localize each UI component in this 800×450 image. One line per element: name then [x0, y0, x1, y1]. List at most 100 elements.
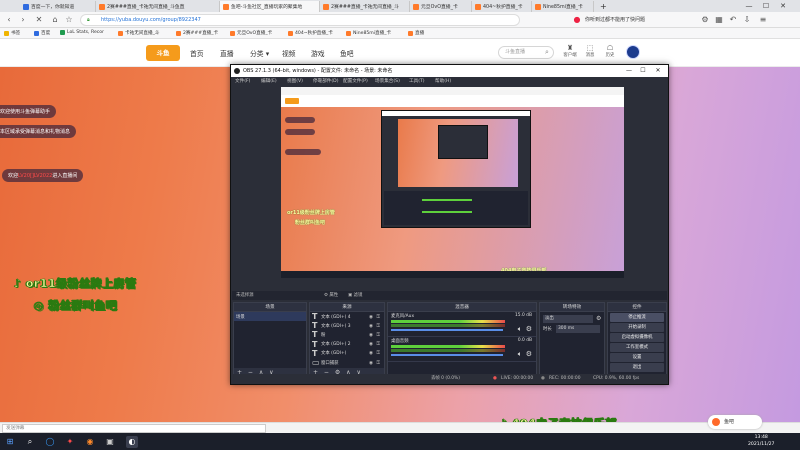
obs-maximize-button[interactable]: ☐ — [637, 65, 649, 77]
forward-icon[interactable]: › — [18, 15, 28, 25]
news-ticker[interactable]: 你听到过都不能用了快问题 — [585, 14, 695, 26]
duration-input[interactable]: 300 ms — [556, 325, 600, 333]
menu-icon[interactable]: ≡ — [758, 15, 768, 25]
search-icon[interactable]: ⌕ — [24, 436, 36, 448]
yuba-floating-button[interactable]: 鱼吧 — [708, 415, 762, 429]
browser-tab[interactable]: 2赛###直播_卡祐无间直播_斗鱼直 — [96, 1, 220, 12]
obs-app-icon[interactable]: ◐ — [126, 436, 138, 448]
visibility-icon[interactable]: ◉ ⚿ — [369, 341, 381, 347]
bookmark-item[interactable]: 直播 — [408, 30, 424, 36]
extensions-icon[interactable]: ⚙ — [700, 15, 710, 25]
menu-file[interactable]: 文件(F) — [235, 77, 250, 86]
history-icon[interactable]: ↶ — [728, 15, 738, 25]
browser-tab[interactable]: 2赛###直播_卡祐无间直播_斗 — [320, 1, 410, 12]
source-item[interactable]: T 文本 (GDI+) 2 ◉ ⚿ — [310, 340, 384, 349]
gear-icon[interactable]: ⚙ — [526, 325, 532, 333]
obs-minimize-button[interactable]: — — [623, 65, 635, 77]
nav-games[interactable]: 游戏 — [311, 48, 325, 58]
url-input[interactable]: 🔒︎ https://yuba.douyu.com/group/8922347 — [80, 14, 520, 26]
nav-home[interactable]: 首页 — [190, 48, 204, 58]
visibility-icon[interactable]: ◉ ⚿ — [369, 350, 381, 356]
bookmark-icon — [346, 30, 351, 36]
menu-scene-collection[interactable]: 场景集合(S) — [375, 77, 400, 86]
bookmark-item[interactable]: 2赛###直播_卡 — [176, 30, 218, 36]
maximize-button[interactable]: ☐ — [759, 1, 773, 11]
download-icon[interactable]: ⇩ — [742, 15, 752, 25]
visibility-icon[interactable]: ◉ ⚿ — [369, 323, 381, 329]
settings-button[interactable]: 设置 — [610, 353, 664, 362]
close-button[interactable]: ✕ — [776, 1, 790, 11]
search-icon[interactable]: ⌕ — [545, 48, 549, 57]
chat-text: 欢迎使用斗鱼弹幕助手 — [0, 109, 51, 115]
nav-yuba[interactable]: 鱼吧 — [340, 48, 354, 58]
new-tab-button[interactable]: + — [597, 1, 609, 12]
browser-icon[interactable]: ◯ — [44, 436, 56, 448]
nav-video[interactable]: 视频 — [282, 48, 296, 58]
visibility-icon[interactable]: ◉ ⚿ — [369, 332, 381, 338]
start-icon[interactable]: ⊞ — [4, 436, 16, 448]
chat-input[interactable]: 发送弹幕 — [2, 424, 266, 433]
browser-tab[interactable]: 元旦OvO直播_卡 — [410, 1, 472, 12]
properties-button[interactable]: ⚙ 属性 — [324, 291, 338, 300]
douyu-app-icon[interactable]: ◉ — [84, 436, 96, 448]
virtual-camera-button[interactable]: 启动虚拟摄像机 — [610, 333, 664, 342]
star-icon[interactable]: ☆ — [64, 15, 74, 25]
speaker-icon[interactable]: 🔈︎ — [518, 325, 522, 334]
exit-button[interactable]: 退出 — [610, 363, 664, 372]
browser-tab[interactable]: 百度一下，你就知道 — [20, 1, 96, 12]
source-item[interactable]: ▭ 窗口捕获 ◉ ⚿ — [310, 358, 384, 367]
volume-slider[interactable] — [391, 354, 503, 356]
avatar[interactable] — [626, 45, 640, 59]
folder-icon[interactable]: ▣ — [104, 436, 116, 448]
bookmark-item[interactable]: 百度 — [34, 30, 50, 36]
transition-select[interactable]: 淡出 — [543, 315, 593, 323]
menu-tools[interactable]: 工具(T) — [409, 77, 425, 86]
home-icon[interactable]: ⌂ — [50, 15, 60, 25]
nav-live[interactable]: 直播 — [220, 48, 234, 58]
scene-item[interactable]: 场景 — [234, 312, 306, 322]
browser-tab[interactable]: Nine85mi直播_卡 — [532, 1, 594, 12]
source-item[interactable]: T 文本 (GDI+) 3 ◉ ⚿ — [310, 321, 384, 330]
bookmark-item[interactable]: 404~秋护直播_卡 — [288, 30, 333, 36]
stop-icon[interactable]: ✕ — [34, 15, 44, 25]
bookmark-item[interactable]: 卡祐无间直播_斗 — [118, 30, 159, 36]
visibility-icon[interactable]: ◉ ⚿ — [369, 360, 381, 366]
taskbar-clock[interactable]: 13:48 2021/11/27 — [748, 434, 774, 448]
douyu-logo[interactable]: 斗鱼 — [146, 45, 180, 61]
obs-close-button[interactable]: ✕ — [652, 65, 664, 77]
bookmark-item[interactable]: 书签 — [4, 30, 20, 36]
source-item[interactable]: T 文本 (GDI+) 4 ◉ ⚿ — [310, 312, 384, 321]
bookmark-item[interactable]: Nine85mi直播_卡 — [346, 30, 391, 36]
obs-preview[interactable]: or11级粉丝牌上房管 粉丝群叫鱼吧 404电子竞技俱乐部 — [281, 87, 624, 278]
messages-button[interactable]: ⬚ 消息 — [580, 44, 600, 58]
app-icon[interactable]: ✦ — [64, 436, 76, 448]
transition-gear-icon[interactable]: ⚙ — [596, 315, 601, 322]
history-button[interactable]: ☖ 历史 — [600, 44, 620, 58]
volume-slider[interactable] — [391, 329, 503, 331]
source-item[interactable]: T 文本 (GDI+) ◉ ⚿ — [310, 349, 384, 358]
back-icon[interactable]: ‹ — [4, 15, 14, 25]
speaker-icon[interactable]: 🔈︎ — [518, 350, 522, 359]
browser-tab-active[interactable]: 鱼吧-斗鱼社区_直播玩家的聚集地 — [220, 1, 320, 12]
stop-stream-button[interactable]: 停止推流 — [610, 313, 664, 322]
menu-docks[interactable]: 停靠部件(D) — [313, 77, 339, 86]
minimize-button[interactable]: — — [742, 1, 756, 11]
browser-tab[interactable]: 404~秋护直播_卡 — [472, 1, 532, 12]
bookmark-label: Nine85mi直播_卡 — [353, 31, 392, 36]
bookmark-item[interactable]: LoL Stats, Recor — [60, 30, 104, 35]
visibility-icon[interactable]: ◉ ⚿ — [369, 314, 381, 320]
gear-icon[interactable]: ⚙ — [526, 350, 532, 358]
bookmark-item[interactable]: 元旦OvO直播_卡 — [230, 30, 272, 36]
bookmark-label: 元旦OvO直播_卡 — [237, 31, 273, 36]
menu-edit[interactable]: 编辑(E) — [261, 77, 277, 86]
grid-icon[interactable]: ▦ — [714, 15, 724, 25]
menu-view[interactable]: 视图(V) — [287, 77, 303, 86]
nav-category[interactable]: 分类 ▾ — [250, 48, 269, 58]
source-item[interactable]: T 粉 ◉ ⚿ — [310, 330, 384, 339]
filters-button[interactable]: ▣ 滤镜 — [348, 291, 362, 300]
start-recording-button[interactable]: 开始录制 — [610, 323, 664, 332]
menu-help[interactable]: 帮助(H) — [435, 77, 451, 86]
client-download-button[interactable]: ♜ 客户端 — [560, 44, 580, 58]
studio-mode-button[interactable]: 工作室模式 — [610, 343, 664, 352]
menu-profile[interactable]: 配置文件(P) — [343, 77, 368, 86]
